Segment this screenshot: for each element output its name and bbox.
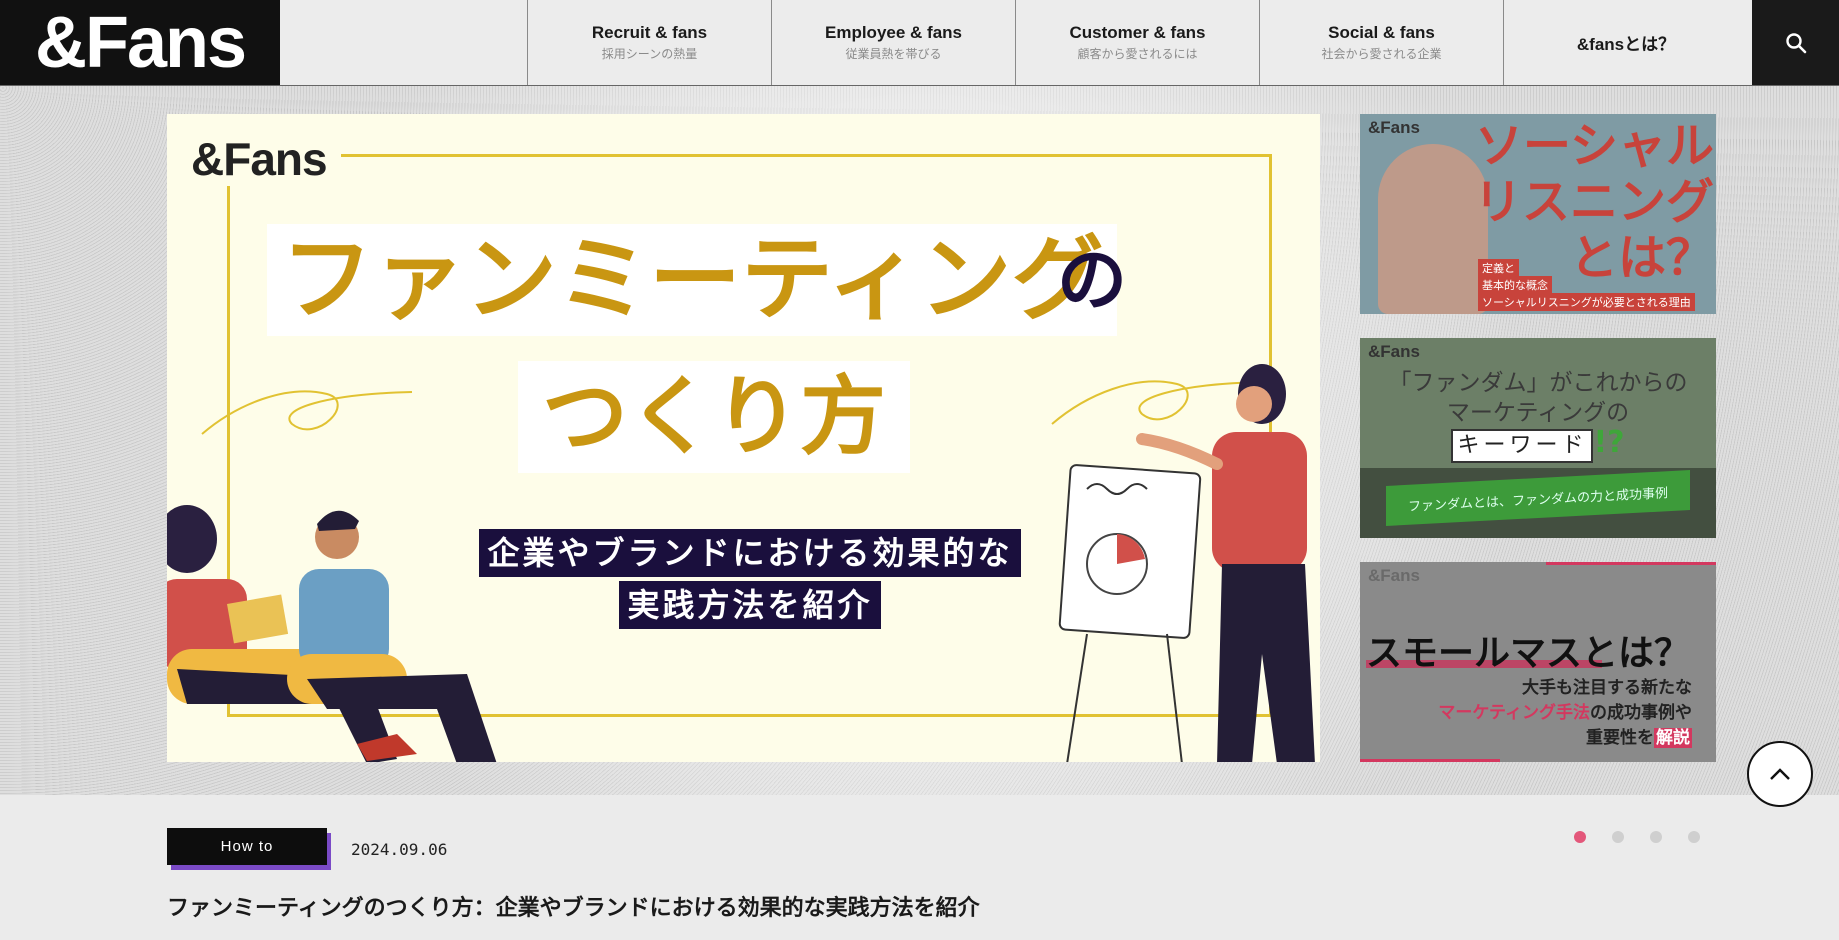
chevron-up-icon bbox=[1770, 768, 1790, 780]
swirl-decoration-icon bbox=[201, 390, 413, 435]
nav-item-about[interactable]: &fansとは？ bbox=[1503, 0, 1748, 85]
nav-item-employee[interactable]: Employee & fans 従業員熱を帯びる bbox=[771, 0, 1015, 85]
seated-people-illustration bbox=[167, 505, 497, 762]
card-title: 「ファンダム」がこれからの マーケティングの キーワード!? bbox=[1360, 368, 1716, 463]
nav-item-title: Customer & fans bbox=[1069, 23, 1206, 42]
accent-bar bbox=[1546, 562, 1716, 565]
category-tag[interactable]: How to bbox=[167, 828, 327, 865]
nav-item-subtitle: 顧客から愛されるには bbox=[1077, 47, 1198, 61]
search-icon bbox=[1785, 32, 1806, 53]
card-description-line: 重要性を 解説 bbox=[1438, 726, 1692, 751]
hero-subtitle-line2: 実践方法を紹介 bbox=[619, 581, 881, 629]
nav-item-title: Social & fans bbox=[1328, 23, 1435, 42]
nav-item-title: &fansとは？ bbox=[1576, 35, 1676, 54]
side-card-social-listening[interactable]: &Fans ソーシャル リスニング とは？ 定義と 基本的な概念 ソーシャルリス… bbox=[1360, 114, 1716, 314]
side-card-small-mass[interactable]: &Fans スモールマスとは？ 大手も注目する新たな マーケティング手法の成功事… bbox=[1360, 562, 1716, 762]
main-nav: Recruit & fans 採用シーンの熱量 Employee & fans … bbox=[527, 0, 1748, 85]
card-logo: &Fans bbox=[1368, 118, 1420, 137]
card-logo: &Fans bbox=[1368, 566, 1420, 585]
article-title[interactable]: ファンミーティングのつくり方：企業やブランドにおける効果的な実践方法を紹介 bbox=[167, 890, 980, 922]
hero-slide[interactable]: &Fans ファンミーティング の つくり方 企業やブランドにおける効果的な 実… bbox=[167, 114, 1320, 762]
nav-item-subtitle: 社会から愛される企業 bbox=[1321, 47, 1442, 61]
nav-item-title: Employee & fans bbox=[825, 23, 962, 42]
card-keyword-row: キーワード!? bbox=[1360, 428, 1716, 463]
hand-illustration bbox=[1378, 144, 1488, 314]
presenter-illustration bbox=[1058, 364, 1315, 762]
carousel-dot[interactable] bbox=[1650, 831, 1662, 843]
card-title-line: ソーシャル bbox=[1474, 118, 1714, 174]
hero-title-line1: ファンミーティング bbox=[267, 224, 1118, 336]
card-description-line: 大手も注目する新たな bbox=[1522, 678, 1692, 698]
card-tag: 定義と bbox=[1478, 259, 1519, 277]
search-button[interactable] bbox=[1752, 0, 1839, 85]
carousel-pagination bbox=[1574, 831, 1700, 843]
card-highlight-box: 解説 bbox=[1654, 728, 1692, 748]
card-title: スモールマスとは？ bbox=[1366, 633, 1691, 674]
card-keyword: キーワード bbox=[1451, 429, 1594, 463]
card-title-line: 「ファンダム」がこれからの bbox=[1388, 370, 1688, 396]
accent-bar bbox=[1360, 759, 1500, 762]
card-logo: &Fans bbox=[1368, 342, 1420, 361]
card-highlight: マーケティング手法 bbox=[1438, 703, 1590, 723]
card-text: の成功事例や bbox=[1590, 703, 1692, 723]
hero-subtitle-line1: 企業やブランドにおける効果的な bbox=[479, 529, 1021, 577]
card-description: 大手も注目する新たな マーケティング手法の成功事例や 重要性を 解説 bbox=[1438, 676, 1692, 751]
card-description-line: マーケティング手法の成功事例や bbox=[1438, 701, 1692, 726]
hero-logo: &Fans bbox=[191, 132, 341, 186]
back-to-top-button[interactable] bbox=[1747, 741, 1813, 807]
nav-item-subtitle: 採用シーンの熱量 bbox=[601, 47, 698, 61]
side-card-fandom[interactable]: &Fans 「ファンダム」がこれからの マーケティングの キーワード!? ファン… bbox=[1360, 338, 1716, 538]
card-keyword-mark: !? bbox=[1593, 425, 1625, 460]
nav-item-recruit[interactable]: Recruit & fans 採用シーンの熱量 bbox=[527, 0, 771, 85]
hero-title-line2: つくり方 bbox=[518, 361, 910, 473]
hero-subtitle: 企業やブランドにおける効果的な 実践方法を紹介 bbox=[455, 527, 1045, 631]
hero-title-particle: の bbox=[1057, 239, 1127, 321]
nav-item-customer[interactable]: Customer & fans 顧客から愛されるには bbox=[1015, 0, 1259, 85]
card-tag: 基本的な概念 bbox=[1478, 276, 1552, 294]
card-title-line: マーケティングの bbox=[1446, 400, 1630, 426]
nav-item-social[interactable]: Social & fans 社会から愛される企業 bbox=[1259, 0, 1503, 85]
carousel-dot[interactable] bbox=[1612, 831, 1624, 843]
nav-item-title: Recruit & fans bbox=[591, 23, 708, 42]
carousel-dot[interactable] bbox=[1574, 831, 1586, 843]
card-tag: ソーシャルリスニングが必要とされる理由 bbox=[1478, 293, 1695, 311]
site-logo[interactable]: &Fans bbox=[0, 0, 280, 85]
nav-item-subtitle: 従業員熱を帯びる bbox=[845, 47, 942, 61]
card-title-line: リスニング bbox=[1473, 174, 1714, 230]
carousel-dot[interactable] bbox=[1688, 831, 1700, 843]
site-header: &Fans Recruit & fans 採用シーンの熱量 Employee &… bbox=[0, 0, 1839, 86]
article-date: 2024.09.06 bbox=[351, 840, 448, 859]
card-text: 重要性を bbox=[1586, 728, 1654, 748]
